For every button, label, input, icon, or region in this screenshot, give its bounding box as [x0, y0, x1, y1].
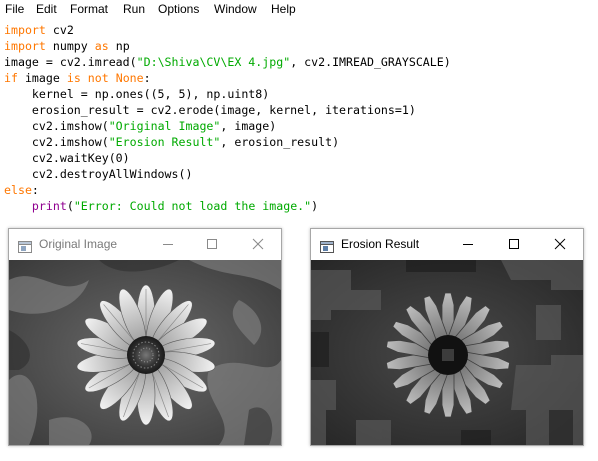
close-icon[interactable]	[249, 235, 267, 253]
app-window-icon	[18, 238, 32, 257]
code-line: import cv2	[4, 23, 74, 37]
code-line: import numpy as np	[4, 39, 130, 53]
window-title: Original Image	[39, 237, 118, 251]
code-line: kernel = np.ones((5, 5), np.uint8)	[4, 87, 270, 101]
code-line: else:	[4, 183, 39, 197]
window-title: Erosion Result	[341, 237, 420, 251]
menu-bar: File Edit Format Run Options Window Help	[0, 0, 598, 19]
code-line: cv2.waitKey(0)	[4, 151, 130, 165]
code-line: cv2.destroyAllWindows()	[4, 167, 193, 181]
code-line: if image is not None:	[4, 71, 151, 85]
code-line: erosion_result = cv2.erode(image, kernel…	[4, 103, 416, 117]
menu-help[interactable]: Help	[271, 2, 296, 16]
code-line: print("Error: Could not load the image."…	[31, 199, 319, 213]
menu-run[interactable]: Run	[123, 2, 145, 16]
original-image-window[interactable]: Original Image	[8, 228, 282, 446]
app-window-icon	[320, 238, 334, 257]
menu-window[interactable]: Window	[214, 2, 257, 16]
erosion-result-image	[311, 260, 583, 445]
minimize-icon[interactable]	[159, 235, 177, 253]
menu-edit[interactable]: Edit	[36, 2, 57, 16]
menu-options[interactable]: Options	[158, 2, 199, 16]
original-image	[9, 260, 281, 445]
window-titlebar[interactable]: Erosion Result	[311, 229, 583, 259]
maximize-icon[interactable]	[203, 235, 221, 253]
close-icon[interactable]	[551, 235, 569, 253]
menu-format[interactable]: Format	[70, 2, 108, 16]
code-line: cv2.imshow("Original Image", image)	[4, 119, 277, 133]
code-line: cv2.imshow("Erosion Result", erosion_res…	[4, 135, 340, 149]
minimize-icon[interactable]	[459, 235, 477, 253]
maximize-icon[interactable]	[505, 235, 523, 253]
window-titlebar[interactable]: Original Image	[9, 229, 281, 259]
code-line: image = cv2.imread("D:\Shiva\CV\EX 4.jpg…	[4, 55, 451, 69]
erosion-result-window[interactable]: Erosion Result	[310, 228, 584, 446]
menu-file[interactable]: File	[5, 2, 24, 16]
